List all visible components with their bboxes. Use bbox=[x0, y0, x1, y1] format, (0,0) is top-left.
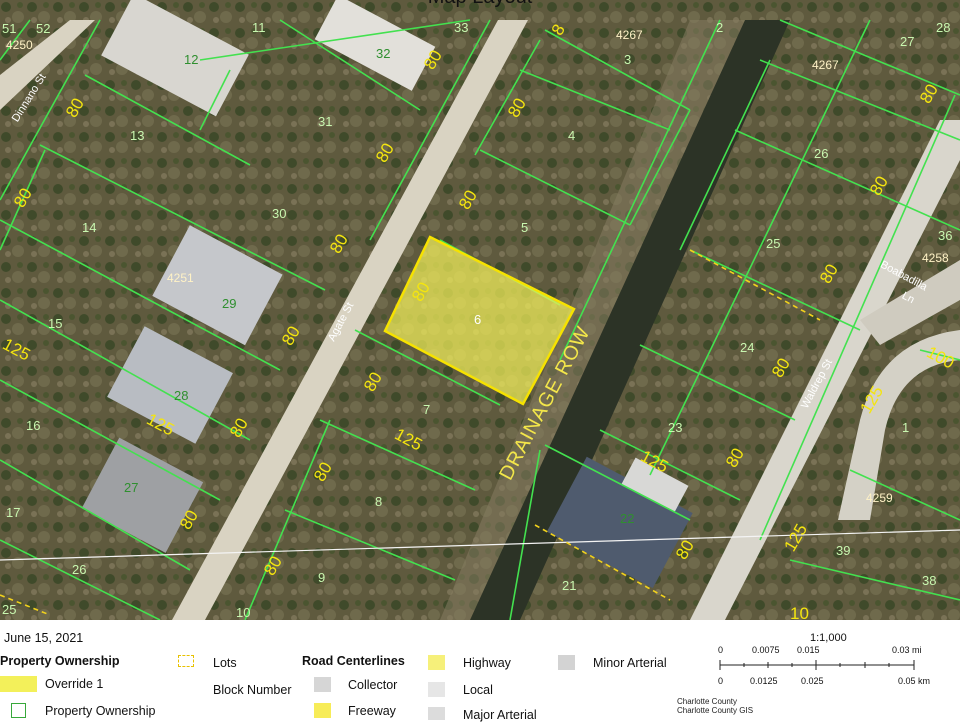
block-number: 4259 bbox=[866, 491, 893, 505]
lot-number: 5 bbox=[521, 220, 529, 235]
lot-number: 26 bbox=[814, 146, 829, 161]
lot-number: 39 bbox=[836, 543, 851, 558]
lots-swatch bbox=[178, 655, 194, 667]
lot-number: 38 bbox=[922, 573, 937, 588]
dimension-label: 10 bbox=[790, 604, 809, 620]
lot-number: 3 bbox=[624, 52, 632, 67]
block-number: 4250 bbox=[6, 38, 33, 52]
credit-county: Charlotte County bbox=[677, 697, 738, 706]
lot-number: 2 bbox=[716, 20, 724, 35]
lot-number: 10 bbox=[236, 605, 251, 620]
block-number: 4267 bbox=[812, 58, 839, 72]
scale-mi-3: 0.03 mi bbox=[892, 645, 922, 655]
lot-number: 33 bbox=[454, 20, 469, 35]
block-number-label: Block Number bbox=[213, 683, 292, 697]
lot-number: 16 bbox=[26, 418, 41, 433]
lot-number: 9 bbox=[318, 570, 326, 585]
ownership-label: Property Ownership bbox=[45, 704, 156, 718]
selected-parcel-label: 6 bbox=[474, 312, 482, 327]
lot-number: 27 bbox=[900, 34, 915, 49]
lot-number: 14 bbox=[82, 220, 97, 235]
scale-bar bbox=[719, 660, 915, 670]
legend-panel: June 15, 2021 Property Ownership Overrid… bbox=[0, 620, 960, 722]
aerial-map[interactable]: Dinnano St Agate St Waldrep St Boabadill… bbox=[0, 0, 960, 620]
freeway-swatch bbox=[314, 703, 331, 718]
lot-number: 24 bbox=[740, 340, 755, 355]
lot-number: 36 bbox=[938, 228, 953, 243]
lot-number: 25 bbox=[766, 236, 781, 251]
lot-number: 25 bbox=[2, 602, 17, 617]
scale-ratio: 1:1,000 bbox=[810, 632, 847, 644]
block-number: 4267 bbox=[616, 28, 643, 42]
override-label: Override 1 bbox=[45, 677, 104, 691]
lot-number: 1 bbox=[902, 420, 910, 435]
lot-number: 30 bbox=[272, 206, 287, 221]
scale-km-3: 0.05 km bbox=[898, 676, 931, 686]
ownership-swatch bbox=[11, 703, 26, 718]
lot-number: 26 bbox=[72, 562, 87, 577]
credit-gis: Charlotte County GIS bbox=[677, 706, 754, 715]
map-canvas[interactable] bbox=[0, 0, 960, 620]
local-label: Local bbox=[463, 683, 493, 697]
lot-number: 4 bbox=[568, 128, 576, 143]
lot-number: 51 bbox=[2, 21, 17, 36]
lot-number: 29 bbox=[222, 296, 237, 311]
lot-number: 22 bbox=[620, 511, 635, 526]
lot-number: 7 bbox=[423, 402, 431, 417]
highway-swatch bbox=[428, 655, 445, 670]
lot-number: 31 bbox=[318, 114, 333, 129]
lot-number: 23 bbox=[668, 420, 683, 435]
lot-number: 28 bbox=[936, 20, 951, 35]
minor-arterial-label: Minor Arterial bbox=[593, 656, 667, 670]
map-title: Map Layout bbox=[0, 0, 960, 9]
lot-number: 28 bbox=[174, 388, 189, 403]
local-swatch bbox=[428, 682, 445, 697]
road-centerlines-heading: Road Centerlines bbox=[302, 654, 405, 668]
lot-number: 52 bbox=[36, 21, 51, 36]
scale-km-1: 0.0125 bbox=[750, 676, 778, 686]
block-number: 4251 bbox=[167, 271, 194, 285]
highway-label: Highway bbox=[463, 656, 511, 670]
lot-number: 12 bbox=[184, 52, 199, 67]
scale-mi-2: 0.015 bbox=[797, 645, 820, 655]
scale-km-2: 0.025 bbox=[801, 676, 824, 686]
property-ownership-heading: Property Ownership bbox=[0, 654, 120, 668]
override-swatch bbox=[0, 676, 37, 692]
collector-label: Collector bbox=[348, 678, 398, 692]
lot-number: 8 bbox=[375, 494, 383, 509]
major-arterial-swatch bbox=[428, 707, 445, 720]
minor-arterial-swatch bbox=[558, 655, 575, 670]
freeway-label: Freeway bbox=[348, 704, 396, 718]
lot-number: 15 bbox=[48, 316, 63, 331]
lot-number: 32 bbox=[376, 46, 391, 61]
collector-swatch bbox=[314, 677, 331, 692]
lot-number: 17 bbox=[6, 505, 21, 520]
block-number: 4258 bbox=[922, 251, 949, 265]
lot-number: 11 bbox=[252, 20, 266, 35]
map-date: June 15, 2021 bbox=[4, 631, 84, 645]
lots-label: Lots bbox=[213, 656, 237, 670]
scale-km-0: 0 bbox=[718, 676, 724, 686]
scale-mi-0: 0 bbox=[718, 645, 724, 655]
lot-number: 21 bbox=[562, 578, 577, 593]
scale-mi-1: 0.0075 bbox=[752, 645, 780, 655]
lot-number: 13 bbox=[130, 128, 145, 143]
lot-number: 27 bbox=[124, 480, 139, 495]
